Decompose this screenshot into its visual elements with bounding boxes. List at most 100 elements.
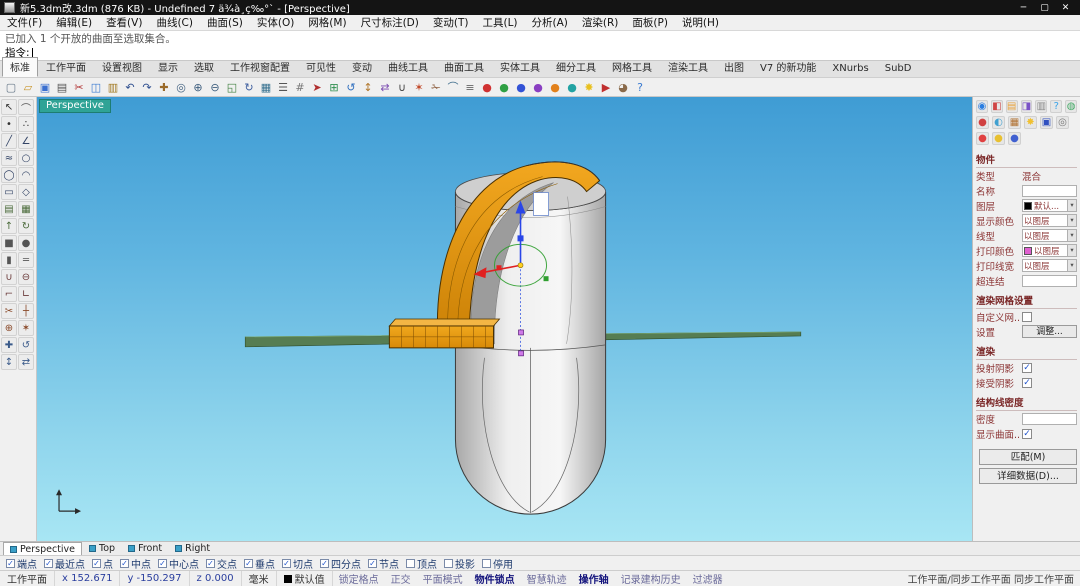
sun-panel-icon[interactable]: ✸ <box>1024 116 1037 129</box>
save-file-icon[interactable]: ▣ <box>37 79 53 95</box>
point-cloud-icon[interactable]: ∴ <box>18 116 34 132</box>
osnap-item-1[interactable]: ✓最近点 <box>44 556 85 571</box>
menu-item-3[interactable]: 曲线(C) <box>149 15 200 30</box>
circle-icon[interactable]: ○ <box>18 150 34 166</box>
print-width-dropdown[interactable]: 以图层▾ <box>1022 259 1077 272</box>
point-icon[interactable]: • <box>1 116 17 132</box>
material-icon[interactable]: ◕ <box>615 79 631 95</box>
ribbon-tab[interactable]: 变动 <box>344 57 380 77</box>
surface-icon[interactable]: ▤ <box>1 201 17 217</box>
mirror-object-icon[interactable]: ⇄ <box>377 79 393 95</box>
osnap-item-0[interactable]: ✓端点 <box>6 556 37 571</box>
redo-icon[interactable]: ↷ <box>139 79 155 95</box>
undo-icon[interactable]: ↶ <box>122 79 138 95</box>
mirror-tool-icon[interactable]: ⇄ <box>18 354 34 370</box>
custom-mesh-checkbox[interactable] <box>1022 312 1032 322</box>
viewport-tab-right[interactable]: Right <box>169 542 216 555</box>
print-icon[interactable]: ▤ <box>54 79 70 95</box>
ribbon-tab[interactable]: 设置视图 <box>94 57 150 77</box>
scale-tool-icon[interactable]: ↕ <box>1 354 17 370</box>
layers-icon[interactable]: ☰ <box>275 79 291 95</box>
cplane-button[interactable]: 工作平面 <box>0 571 55 586</box>
loft-surface-icon[interactable]: ▦ <box>18 201 34 217</box>
object-name-input[interactable] <box>1022 185 1077 197</box>
units-button[interactable]: 毫米 <box>242 571 277 586</box>
revolve-icon[interactable]: ↻ <box>18 218 34 234</box>
osnap-item-2[interactable]: ✓点 <box>92 556 113 571</box>
red-ball-panel-icon[interactable]: ● <box>976 132 989 145</box>
menu-item-4[interactable]: 曲面(S) <box>200 15 250 30</box>
menu-item-10[interactable]: 分析(A) <box>525 15 575 30</box>
ribbon-tab[interactable]: 实体工具 <box>492 57 548 77</box>
render-sphere-red-icon[interactable]: ● <box>479 79 495 95</box>
status-toggle[interactable]: 正交 <box>385 571 417 586</box>
boolean-difference-icon[interactable]: ⊖ <box>18 269 34 285</box>
ribbon-tab[interactable]: 工作平面 <box>38 57 94 77</box>
display-color-dropdown[interactable]: 以图层▾ <box>1022 214 1077 227</box>
osnap-item-12[interactable]: 停用 <box>482 556 513 571</box>
pan-view-icon[interactable]: ✚ <box>156 79 172 95</box>
osnap-item-3[interactable]: ✓中点 <box>120 556 151 571</box>
layers-panel-icon[interactable]: ▤ <box>1006 100 1018 113</box>
osnap-item-6[interactable]: ✓垂点 <box>244 556 275 571</box>
viewport-layout-icon[interactable]: ▦ <box>258 79 274 95</box>
viewport-tab-front[interactable]: Front <box>122 542 168 555</box>
zoom-out-icon[interactable]: ⊖ <box>207 79 223 95</box>
render-sphere-blue-icon[interactable]: ● <box>513 79 529 95</box>
ribbon-tab[interactable]: 标准 <box>2 57 38 77</box>
status-toggle[interactable]: 物件锁点 <box>469 571 521 586</box>
render-panel-icon[interactable]: ▣ <box>1040 116 1053 129</box>
status-toggle[interactable]: 记录建构历史 <box>615 571 687 586</box>
scale-object-icon[interactable]: ↕ <box>360 79 376 95</box>
viewport-tab-perspective[interactable]: Perspective <box>3 542 82 555</box>
status-toggle[interactable]: 过滤器 <box>687 571 729 586</box>
render-sphere-purple-icon[interactable]: ● <box>530 79 546 95</box>
ribbon-tab[interactable]: 曲面工具 <box>436 57 492 77</box>
ribbon-tab[interactable]: SubD <box>877 61 920 77</box>
viewport-canvas[interactable] <box>37 97 972 541</box>
cast-shadows-checkbox[interactable]: ✓ <box>1022 363 1032 373</box>
osnap-item-4[interactable]: ✓中心点 <box>158 556 199 571</box>
ribbon-tab[interactable]: 渲染工具 <box>660 57 716 77</box>
copy-object-icon[interactable]: ⊞ <box>326 79 342 95</box>
menu-item-0[interactable]: 文件(F) <box>0 15 49 30</box>
hyperlink-input[interactable] <box>1022 275 1077 287</box>
zoom-in-icon[interactable]: ⊕ <box>190 79 206 95</box>
gumball-input-box[interactable] <box>534 193 549 216</box>
rotate-view-icon[interactable]: ↻ <box>241 79 257 95</box>
grid-snap-icon[interactable]: # <box>292 79 308 95</box>
cylinder-icon[interactable]: ▮ <box>1 252 17 268</box>
ribbon-tab[interactable]: 工作视窗配置 <box>222 57 298 77</box>
perspective-viewport[interactable]: Perspective <box>37 97 972 541</box>
fillet-edge-icon[interactable]: ⌐ <box>1 286 17 302</box>
status-toggle[interactable]: 锁定格点 <box>333 571 385 586</box>
osnap-item-5[interactable]: ✓交点 <box>206 556 237 571</box>
join-icon[interactable]: ∪ <box>394 79 410 95</box>
ribbon-tab[interactable]: 细分工具 <box>548 57 604 77</box>
ribbon-tab[interactable]: 可见性 <box>298 57 344 77</box>
explode-tool-icon[interactable]: ✶ <box>18 320 34 336</box>
help-icon[interactable]: ? <box>632 79 648 95</box>
trim-icon[interactable]: ✁ <box>428 79 444 95</box>
menu-item-8[interactable]: 变动(T) <box>426 15 476 30</box>
panel-button-0[interactable]: 匹配(M) <box>979 449 1077 465</box>
materials-panel-icon[interactable]: ● <box>976 116 989 129</box>
menu-item-2[interactable]: 查看(V) <box>99 15 149 30</box>
copy-icon[interactable]: ◫ <box>88 79 104 95</box>
yellow-ball-panel-icon[interactable]: ● <box>992 132 1005 145</box>
notes-panel-icon[interactable]: ▥ <box>1035 100 1047 113</box>
box-icon[interactable]: ■ <box>1 235 17 251</box>
osnap-item-11[interactable]: 投影 <box>444 556 475 571</box>
show-surface-checkbox[interactable]: ✓ <box>1022 429 1032 439</box>
sphere-icon[interactable]: ● <box>18 235 34 251</box>
osnap-item-8[interactable]: ✓四分点 <box>320 556 361 571</box>
select-lasso-icon[interactable]: ⌒ <box>18 99 34 115</box>
viewport-label[interactable]: Perspective <box>39 99 111 113</box>
web-panel-icon[interactable]: ◍ <box>1065 100 1077 113</box>
zoom-dynamic-icon[interactable]: ◎ <box>173 79 189 95</box>
status-toggle[interactable]: 操作轴 <box>573 571 615 586</box>
ellipse-icon[interactable]: ◯ <box>1 167 17 183</box>
mesh-adjust-button[interactable]: 调整... <box>1022 325 1077 338</box>
status-toggle[interactable]: 智慧轨迹 <box>521 571 573 586</box>
environment-panel-icon[interactable]: ◐ <box>992 116 1005 129</box>
